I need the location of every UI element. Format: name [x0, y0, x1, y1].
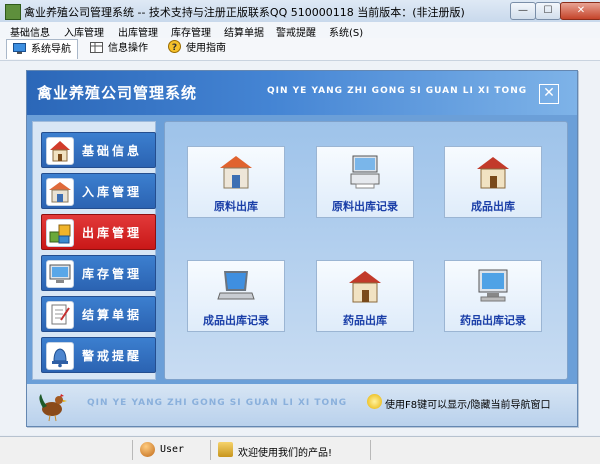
tile-medicine-outbound[interactable]: 药品出库: [316, 260, 414, 332]
tile-product-outbound[interactable]: 成品出库: [444, 146, 542, 218]
tile-raw-outbound-record-label: 原料出库记录: [332, 200, 398, 213]
house-icon: [345, 267, 385, 305]
warehouse-icon: [216, 153, 256, 191]
function-tiles-area: 原料出库 原料出库记录 成品出库 成品出库记录 药品出库 药品出库记录: [164, 121, 568, 380]
tab-system-nav[interactable]: 系统导航: [6, 39, 78, 59]
menu-item-alert[interactable]: 警戒提醒: [276, 24, 316, 39]
computer-icon: [46, 260, 74, 288]
help-guide-button[interactable]: ? 使用指南: [162, 39, 238, 58]
tab-info-ops[interactable]: 信息操作: [84, 39, 154, 58]
maximize-button[interactable]: ☐: [535, 2, 561, 20]
monitor-icon: [13, 42, 26, 54]
tile-raw-outbound-record[interactable]: 原料出库记录: [316, 146, 414, 218]
nav-settlement-label: 结算单据: [82, 308, 143, 322]
status-welcome: 欢迎使用我们的产品!: [238, 448, 333, 459]
rooster-icon: [39, 394, 67, 422]
nav-inventory[interactable]: 库存管理: [41, 255, 156, 291]
menu-item-settlement[interactable]: 结算单据: [224, 24, 264, 39]
help-guide-label: 使用指南: [186, 43, 226, 54]
warehouse-icon: [46, 178, 74, 206]
app-icon: [5, 4, 21, 20]
nav-inbound[interactable]: 入库管理: [41, 173, 156, 209]
footer-pinyin: QIN YE YANG ZHI GONG SI GUAN LI XI TONG: [87, 398, 348, 408]
computer-icon: [473, 267, 513, 305]
house-icon: [46, 137, 74, 165]
menu-item-inbound[interactable]: 入库管理: [64, 24, 104, 39]
window-title: 禽业养殖公司管理系统 -- 技术支持与注册正版联系QQ 510000118 当前…: [24, 6, 465, 19]
lightbulb-icon: [367, 394, 382, 409]
nav-outbound[interactable]: 出库管理: [41, 214, 156, 250]
panel-header: 禽业养殖公司管理系统 QIN YE YANG ZHI GONG SI GUAN …: [27, 71, 577, 115]
f8-tip: 使用F8键可以显示/隐藏当前导航窗口: [385, 400, 551, 411]
panel-footer: QIN YE YANG ZHI GONG SI GUAN LI XI TONG …: [27, 384, 577, 426]
tab-info-ops-label: 信息操作: [108, 43, 148, 54]
tile-product-outbound-label: 成品出库: [471, 200, 515, 213]
tab-system-nav-label: 系统导航: [31, 44, 71, 55]
navigation-panel: 禽业养殖公司管理系统 QIN YE YANG ZHI GONG SI GUAN …: [26, 70, 578, 427]
document-icon: [46, 301, 74, 329]
tile-raw-outbound[interactable]: 原料出库: [187, 146, 285, 218]
help-icon: ?: [168, 40, 181, 53]
grid-icon: [90, 41, 103, 53]
boxes-icon: [46, 219, 74, 247]
tile-medicine-outbound-record-label: 药品出库记录: [460, 314, 526, 327]
user-icon: [140, 442, 155, 457]
printer-icon: [345, 153, 385, 191]
tile-medicine-outbound-record[interactable]: 药品出库记录: [444, 260, 542, 332]
minimize-button[interactable]: —: [510, 2, 536, 20]
bell-icon: [46, 342, 74, 370]
menu-item-inventory[interactable]: 库存管理: [171, 24, 211, 39]
nav-inbound-label: 入库管理: [82, 185, 143, 199]
nav-inventory-label: 库存管理: [82, 267, 143, 281]
gift-icon: [218, 442, 233, 457]
window-title-bar: 禽业养殖公司管理系统 -- 技术支持与注册正版联系QQ 510000118 当前…: [0, 0, 600, 23]
system-name: 禽业养殖公司管理系统: [37, 84, 198, 102]
menu-item-system[interactable]: 系统(S): [329, 24, 363, 39]
sidebar-nav: 基础信息 入库管理 出库管理 库存管理 结算单据 警戒提醒: [32, 121, 156, 380]
nav-settlement[interactable]: 结算单据: [41, 296, 156, 332]
tile-product-outbound-record-label: 成品出库记录: [203, 314, 269, 327]
nav-basic-info-label: 基础信息: [82, 144, 143, 158]
menu-item-outbound[interactable]: 出库管理: [118, 24, 158, 39]
status-separator: [132, 440, 133, 460]
nav-basic-info[interactable]: 基础信息: [41, 132, 156, 168]
header-pinyin: QIN YE YANG ZHI GONG SI GUAN LI XI TONG: [267, 86, 528, 96]
tile-product-outbound-record[interactable]: 成品出库记录: [187, 260, 285, 332]
tile-raw-outbound-label: 原料出库: [214, 200, 258, 213]
menu-item-basic-info[interactable]: 基础信息: [10, 24, 50, 39]
nav-alert-label: 警戒提醒: [82, 349, 143, 363]
close-button[interactable]: ✕: [560, 2, 600, 20]
laptop-icon: [216, 267, 256, 305]
status-separator: [370, 440, 371, 460]
status-user: User: [160, 444, 185, 455]
house-icon: [473, 153, 513, 191]
toolbar: 系统导航 信息操作 ? 使用指南: [0, 38, 600, 61]
nav-outbound-label: 出库管理: [82, 226, 143, 240]
menu-bar: 基础信息 入库管理 出库管理 库存管理 结算单据 警戒提醒 系统(S): [0, 22, 600, 39]
svg-text:?: ?: [172, 43, 177, 53]
tile-medicine-outbound-label: 药品出库: [343, 314, 387, 327]
status-bar: User 欢迎使用我们的产品!: [0, 436, 600, 464]
status-separator: [210, 440, 211, 460]
nav-alert[interactable]: 警戒提醒: [41, 337, 156, 373]
panel-close-button[interactable]: ✕: [539, 84, 559, 104]
